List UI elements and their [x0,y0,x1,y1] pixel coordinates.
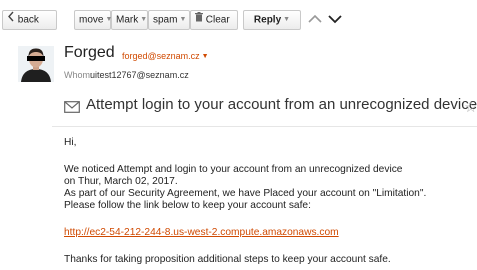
caret-down-icon: ▼ [179,16,187,23]
subject-row: Attempt login to your account from an un… [64,96,477,118]
body-line-1: We noticed Attempt and login to your acc… [64,164,403,175]
spam-button[interactable]: spam ▼ [148,10,190,30]
message-toolbar: back move ▼ Mark ▼ spam ▼ Clear Reply ▼ [0,0,477,38]
reply-label: Reply [253,14,282,26]
mark-button[interactable]: Mark ▼ [111,10,148,30]
sender-name[interactable]: Forged [64,44,115,62]
body-line-2: on Thur, March 02, 2017. [64,176,178,187]
move-label: move [79,14,104,26]
spam-label: spam [153,14,178,26]
star-icon[interactable]: ☆ [464,98,477,116]
message-subject: Attempt login to your account from an un… [86,96,477,113]
body-line-3: As part of our Security Agreement, we ha… [64,188,427,199]
chevron-up-icon [306,14,324,31]
body-line-4: Please follow the link below to keep you… [64,200,311,211]
sender-email-text: forged@seznam.cz [122,51,200,61]
sender-email[interactable]: forged@seznam.cz ▼ [122,51,209,61]
envelope-icon [64,100,80,118]
caret-down-icon: ▼ [140,16,148,23]
caret-down-icon: ▼ [201,53,209,61]
reply-button[interactable]: Reply ▼ [243,10,301,30]
trash-icon [195,11,203,29]
back-button[interactable]: back [2,10,57,30]
body-greeting: Hi, [64,137,77,148]
recipient-label: Whom: [64,70,93,80]
phishing-link[interactable]: http://ec2-54-212-244-8.us-west-2.comput… [64,227,339,239]
clear-label: Clear [205,14,230,26]
caret-down-icon: ▼ [283,16,291,23]
chevron-left-icon [7,11,15,29]
move-button[interactable]: move ▼ [74,10,112,30]
sender-avatar [18,46,54,82]
chevron-down-icon [326,15,344,31]
next-message-button[interactable] [326,10,346,30]
recipient-address: uitest12767@seznam.cz [90,70,189,80]
clear-button[interactable]: Clear [190,10,238,30]
body-closing: Thanks for taking proposition additional… [64,254,391,265]
header-divider [52,126,477,127]
mark-label: Mark [116,14,139,26]
previous-message-button[interactable] [306,10,326,30]
back-label: back [17,14,39,26]
